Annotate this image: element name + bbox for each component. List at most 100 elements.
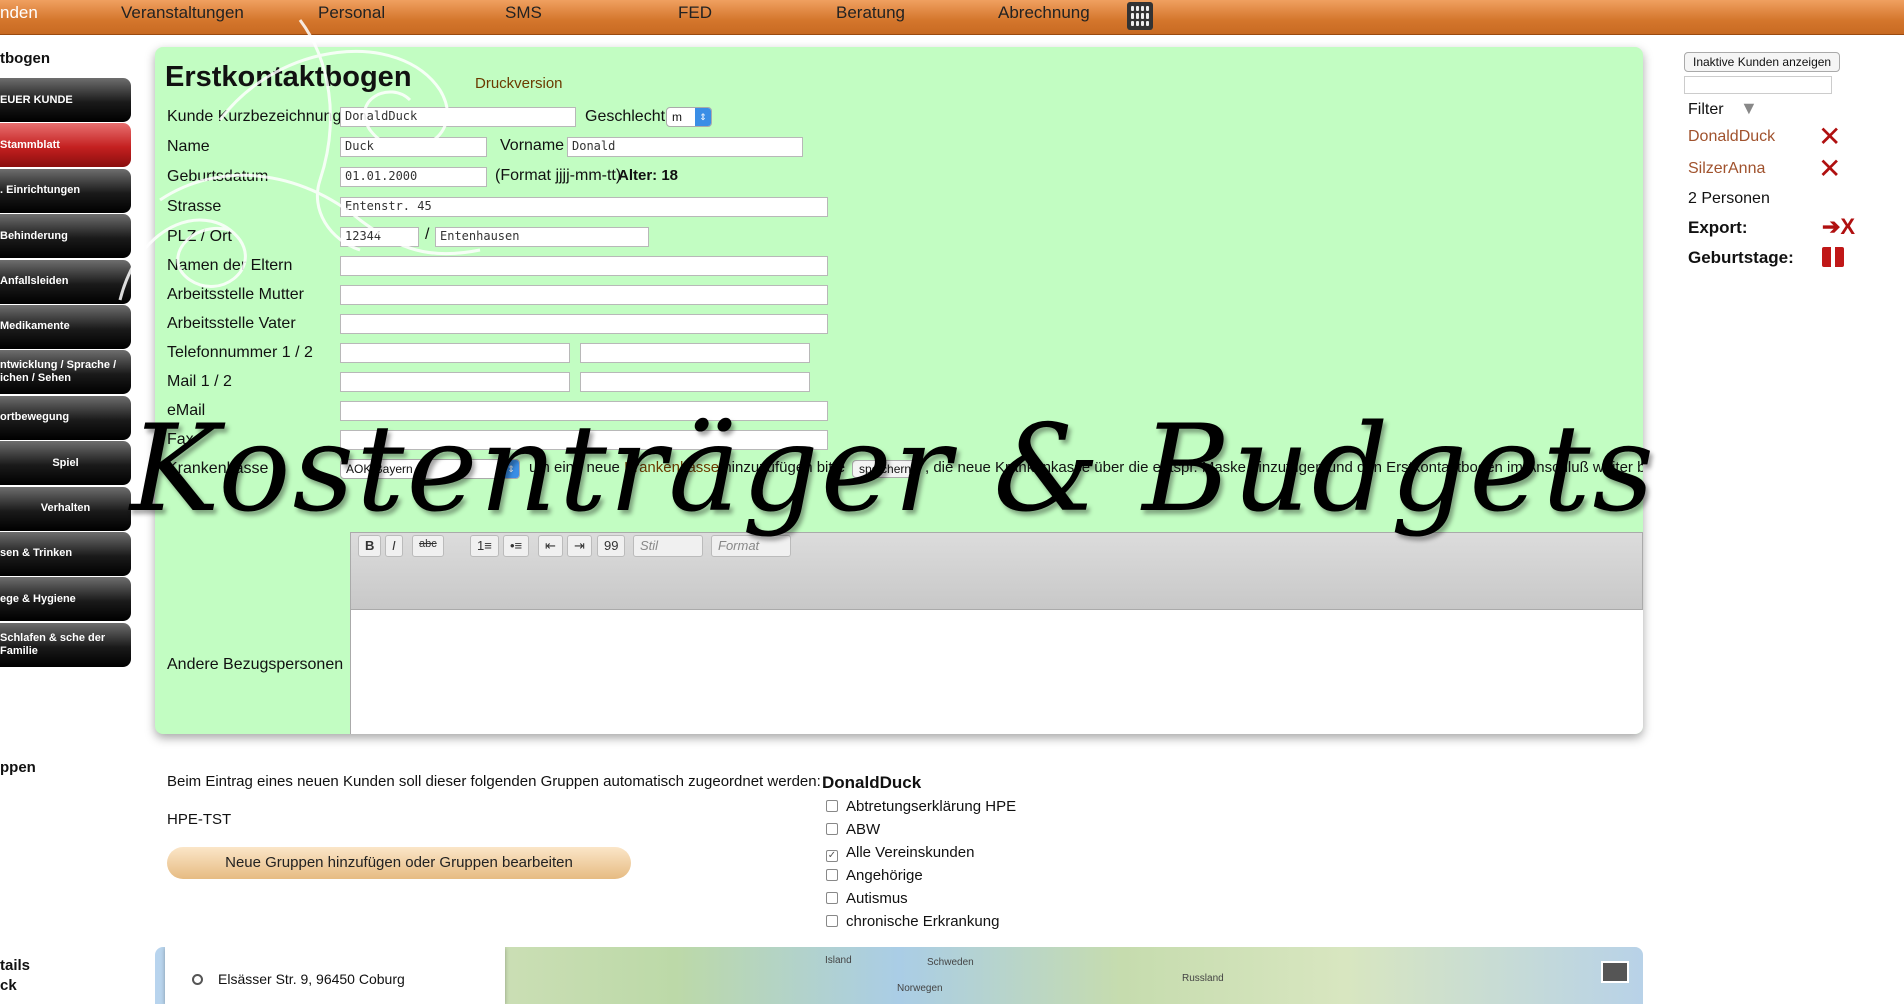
birthdays-label: Geburtstage: [1688,248,1794,267]
map-fullscreen-icon[interactable] [1601,961,1629,983]
sidebar: EUER KUNDE Stammblatt . Einrichtungen Be… [0,78,131,668]
map-label-norwegen: Norwegen [897,983,943,994]
checkbox[interactable] [826,892,838,904]
plz-ort-separator: / [425,226,430,243]
checkbox[interactable] [826,823,838,835]
mail1-input[interactable] [340,372,570,392]
editor-content-area[interactable] [350,610,1643,734]
location-pin-icon [192,974,203,985]
show-inactive-customers-button[interactable]: Inaktive Kunden anzeigen [1684,52,1841,72]
sidebar-item-einrichtungen[interactable]: . Einrichtungen [0,168,131,213]
alter-text: Alter: 18 [618,167,679,184]
sidebar-section-gruppen: ppen [0,759,36,776]
sidebar-item-anfallsleiden[interactable]: Anfallsleiden [0,259,131,304]
sidebar-section-ck: ck [0,977,17,994]
sidebar-item-neuer-kunde[interactable]: EUER KUNDE [0,78,131,122]
group-label: ABW [846,821,881,838]
close-icon[interactable]: ✕ [1818,123,1841,151]
nav-item-veranstaltungen[interactable]: Veranstaltungen [121,3,244,23]
eltern-input[interactable] [340,256,828,276]
selected-group: HPE-TST [167,811,232,828]
group-label: Autismus [846,890,908,907]
top-navigation: nden Veranstaltungen Personal SMS FED Be… [0,0,1904,35]
label-kurzbezeichnung: Kunde Kurzbezeichnung [167,108,342,125]
close-icon[interactable]: ✕ [1818,155,1841,183]
customer-link-silzeranna[interactable]: SilzerAnna [1688,160,1765,178]
chevron-down-icon: ⇕ [695,108,711,126]
filter-label: Filter [1688,101,1724,118]
form-title: Erstkontaktbogen [165,61,412,93]
group-checkbox-item[interactable]: ABW [826,821,880,838]
telefon2-input[interactable] [580,343,810,363]
nav-item-personal[interactable]: Personal [318,3,385,23]
sidebar-item-spiel[interactable]: Spiel [0,441,131,486]
label-format: (Format jjjj-mm-tt) [495,167,622,184]
nav-item-abrechnung[interactable]: Abrechnung [998,3,1090,23]
sidebar-item-pflege-hygiene[interactable]: ege & Hygiene [0,577,131,622]
checkbox[interactable] [826,800,838,812]
sidebar-section-details: tails [0,957,31,974]
label-plz-ort: PLZ / Ort [167,228,232,245]
print-version-link[interactable]: Druckversion [475,75,563,92]
mail2-input[interactable] [580,372,810,392]
sidebar-item-schlafen[interactable]: Schlafen & sche der Familie [0,622,131,667]
map-address-box: Elsässer Str. 9, 96450 Coburg [165,947,505,1004]
geschlecht-value: m [672,110,682,124]
ort-input[interactable]: Entenhausen [435,227,649,247]
telefon1-input[interactable] [340,343,570,363]
group-checkbox-item[interactable]: chronische Erkrankung [826,913,999,930]
calculator-icon[interactable] [1127,2,1153,30]
checkbox[interactable] [826,869,838,881]
nav-item-kunden[interactable]: nden [0,3,38,23]
sidebar-item-entwicklung[interactable]: ntwicklung / Sprache / ichen / Sehen [0,350,131,395]
sidebar-item-essen-trinken[interactable]: sen & Trinken [0,531,131,576]
label-telefon: Telefonnummer 1 / 2 [167,344,313,361]
export-icon[interactable]: ➔X [1822,214,1855,240]
group-checkbox-item[interactable]: Abtretungserklärung HPE [826,798,1016,815]
map-label-schweden: Schweden [927,957,974,968]
group-label: Angehörige [846,867,923,884]
label-arbeitsstelle-vater: Arbeitsstelle Vater [167,315,296,332]
sidebar-title: tbogen [0,50,50,67]
funnel-icon[interactable]: ▼ [1740,98,1758,119]
label-andere-bezugspersonen: Andere Bezugspersonen [167,656,344,673]
label-vorname: Vorname [500,137,565,154]
geschlecht-select[interactable]: m ⇕ [666,107,712,127]
map-address: Elsässer Str. 9, 96450 Coburg [218,971,405,987]
sidebar-item-verhalten[interactable]: Verhalten [0,486,131,531]
sidebar-item-behinderung[interactable]: Behinderung [0,214,131,259]
geburtsdatum-input[interactable]: 01.01.2000 [340,167,487,187]
group-checkbox-item[interactable]: ✓ Alle Vereinskunden [826,844,974,862]
name-input[interactable]: Duck [340,137,487,157]
arbeitsstelle-vater-input[interactable] [340,314,828,334]
customer-link-donaldduck[interactable]: DonaldDuck [1688,128,1775,146]
groups-intro-text: Beim Eintrag eines neuen Kunden soll die… [167,773,821,790]
gift-icon[interactable] [1822,247,1844,267]
kurzbezeichnung-input[interactable]: DonaldDuck [340,107,576,127]
sidebar-item-medikamente[interactable]: Medikamente [0,304,131,349]
nav-item-sms[interactable]: SMS [505,3,542,23]
nav-item-beratung[interactable]: Beratung [836,3,905,23]
plz-input[interactable]: 12344 [340,227,419,247]
map-label-island: Island [825,955,852,966]
label-eltern: Namen der Eltern [167,257,293,274]
group-label: Abtretungserklärung HPE [846,798,1017,815]
vorname-input[interactable]: Donald [567,137,803,157]
sidebar-item-stammblatt[interactable]: Stammblatt [0,123,131,168]
checkbox-checked[interactable]: ✓ [826,850,838,862]
edit-groups-button[interactable]: Neue Gruppen hinzufügen oder Gruppen bea… [167,847,631,879]
label-mail12: Mail 1 / 2 [167,373,232,390]
sidebar-item-fortbewegung[interactable]: ortbewegung [0,395,131,440]
nav-item-fed[interactable]: FED [678,3,712,23]
map-view[interactable]: Elsässer Str. 9, 96450 Coburg Island Sch… [155,947,1643,1004]
arbeitsstelle-mutter-input[interactable] [340,285,828,305]
filter-input[interactable] [1684,76,1832,94]
group-checkbox-item[interactable]: Autismus [826,890,908,907]
label-geschlecht: Geschlecht [585,108,666,125]
group-checkbox-item[interactable]: Angehörige [826,867,923,884]
checkbox[interactable] [826,915,838,927]
group-label: chronische Erkrankung [846,913,1000,930]
erstkontakt-form-card: Erstkontaktbogen Druckversion Kunde Kurz… [155,47,1643,734]
overlay-title: Kostenträger & Budgets [130,400,1657,539]
strasse-input[interactable]: Entenstr. 45 [340,197,828,217]
